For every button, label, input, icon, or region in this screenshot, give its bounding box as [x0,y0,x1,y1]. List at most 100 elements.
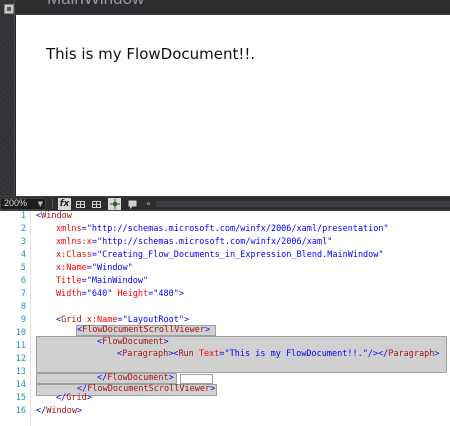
effects-toggle-button[interactable]: fx [58,198,71,210]
xml-value: "Creating_Flow_Documents_in_Expression_B… [96,250,384,260]
xml-value: "http://schemas.microsoft.com/winfx/2006… [86,224,389,234]
xml-value: "LayoutRoot" [122,315,184,325]
xml-tag: Window [41,211,72,221]
window-client-area[interactable]: This is my FlowDocument!!. [16,15,450,196]
bracket: </ [36,406,47,416]
xml-attribute: Title [56,276,82,286]
annotation-icon [128,200,137,209]
double-chevron-left-icon[interactable]: « [146,198,151,210]
line-number: 15 [15,393,26,403]
bracket: > [168,373,174,383]
window-titlebar: MainWindow [15,0,450,15]
line-number: 13 [15,367,26,377]
line-number: 10 [15,328,26,338]
line-number: 16 [15,406,26,416]
xml-attribute: Width [56,289,82,299]
line-number: 14 [15,380,26,390]
xml-attribute: Height [117,289,149,299]
bracket: > [76,406,83,416]
window-preview[interactable]: MainWindow This is my FlowDocument!!. [14,0,450,196]
bracket: </ [56,393,67,403]
code-line[interactable]: <FlowDocument> [97,337,169,348]
xml-tag: FlowDocumentScrollViewer [82,325,205,335]
selection-highlight [180,374,213,384]
line-number: 9 [20,315,26,325]
bracket: > [184,315,190,325]
line-number: 8 [20,302,26,312]
bracket: > [204,325,211,335]
line-number: 12 [15,354,26,364]
line-number: 5 [20,263,26,273]
xml-tag: Paragraph [122,349,169,359]
xml-attribute: x:Class [56,250,92,260]
bracket: > [163,337,169,347]
window-corner-icon[interactable] [4,4,14,14]
line-number: 7 [20,289,26,299]
bracket: /></ [367,349,389,359]
xml-attribute: xmlns [56,224,82,234]
xml-attribute: x:Name [56,263,87,273]
xml-value: "http://schemas.microsoft.com/winfx/2006… [96,237,333,247]
xml-attribute: Text [198,349,220,359]
snap-grid-icon [92,200,101,208]
fx-icon: fx [59,199,70,209]
snap-to-snaplines-button[interactable] [108,198,121,210]
code-line[interactable]: </Grid> [56,393,92,404]
code-line[interactable]: Width="640" Height="480"> [56,289,184,300]
show-grid-button[interactable] [74,198,87,210]
line-number: 3 [20,237,26,247]
bracket: > [210,384,216,394]
window-title: MainWindow [47,0,144,9]
snaplines-icon [109,199,120,209]
bracket: > [86,393,92,403]
xml-value: "640" [86,289,113,299]
xml-tag: FlowDocument [107,373,169,383]
xml-tag: FlowDocumentScrollViewer [87,384,211,394]
code-line[interactable]: <FlowDocumentScrollViewer> [77,325,210,336]
xml-tag: Paragraph [388,349,435,359]
line-number: 11 [15,341,26,351]
annotations-button[interactable] [126,198,139,210]
chevron-down-icon: ▼ [37,200,43,208]
horizontal-scrollbar[interactable] [156,201,450,207]
xml-value: "This is my FlowDocument!!." [224,349,368,359]
bracket: > [178,289,184,299]
bracket: >< [168,349,179,359]
xml-value: "MainWindow" [86,276,149,286]
design-surface[interactable]: MainWindow This is my FlowDocument!!. [0,0,450,196]
xml-tag: Grid [61,315,82,325]
code-line[interactable]: </FlowDocument> [97,373,174,384]
toolbar-separator [52,199,53,209]
code-line[interactable]: x:Class="Creating_Flow_Documents_in_Expr… [56,250,384,261]
line-number: 1 [20,211,26,221]
code-line[interactable]: Title="MainWindow" [56,276,148,287]
code-line[interactable]: </FlowDocumentScrollViewer> [77,384,215,395]
xml-value: "480" [153,289,179,299]
code-line[interactable]: <Paragraph><Run Text="This is my FlowDoc… [117,349,440,360]
line-number: 6 [20,276,26,286]
bracket: > [434,349,440,359]
xaml-editor[interactable]: 1 2 3 4 5 6 7 8 9 10 11 12 13 14 15 16 <… [0,211,450,426]
xml-value: "Window" [91,263,133,273]
snap-to-grid-button[interactable] [90,198,103,210]
code-line[interactable]: </Window> [36,406,82,417]
flow-document-text[interactable]: This is my FlowDocument!!. [46,45,255,63]
bracket: </ [97,373,108,383]
code-line[interactable]: xmlns:x="http://schemas.microsoft.com/wi… [56,237,332,248]
line-number: 4 [20,250,26,260]
xml-attribute: x:Name [86,315,118,325]
zoom-value: 200% [4,198,28,208]
zoom-dropdown[interactable]: 200% ▼ [0,198,46,210]
xml-tag: Run [178,349,194,359]
line-number-gutter: 1 2 3 4 5 6 7 8 9 10 11 12 13 14 15 16 [0,211,31,426]
view-toolbar: 200% ▼ fx « [0,196,450,211]
line-number: 2 [20,224,26,234]
grid-icon [76,200,85,208]
code-line[interactable]: x:Name="Window" [56,263,133,274]
code-line[interactable]: <Window [36,211,72,222]
code-line[interactable]: xmlns="http://schemas.microsoft.com/winf… [56,224,389,235]
xml-tag: Grid [66,393,87,403]
xml-tag: FlowDocument [102,337,164,347]
xml-tag: Window [46,406,77,416]
xml-attribute: xmlns:x [56,237,92,247]
